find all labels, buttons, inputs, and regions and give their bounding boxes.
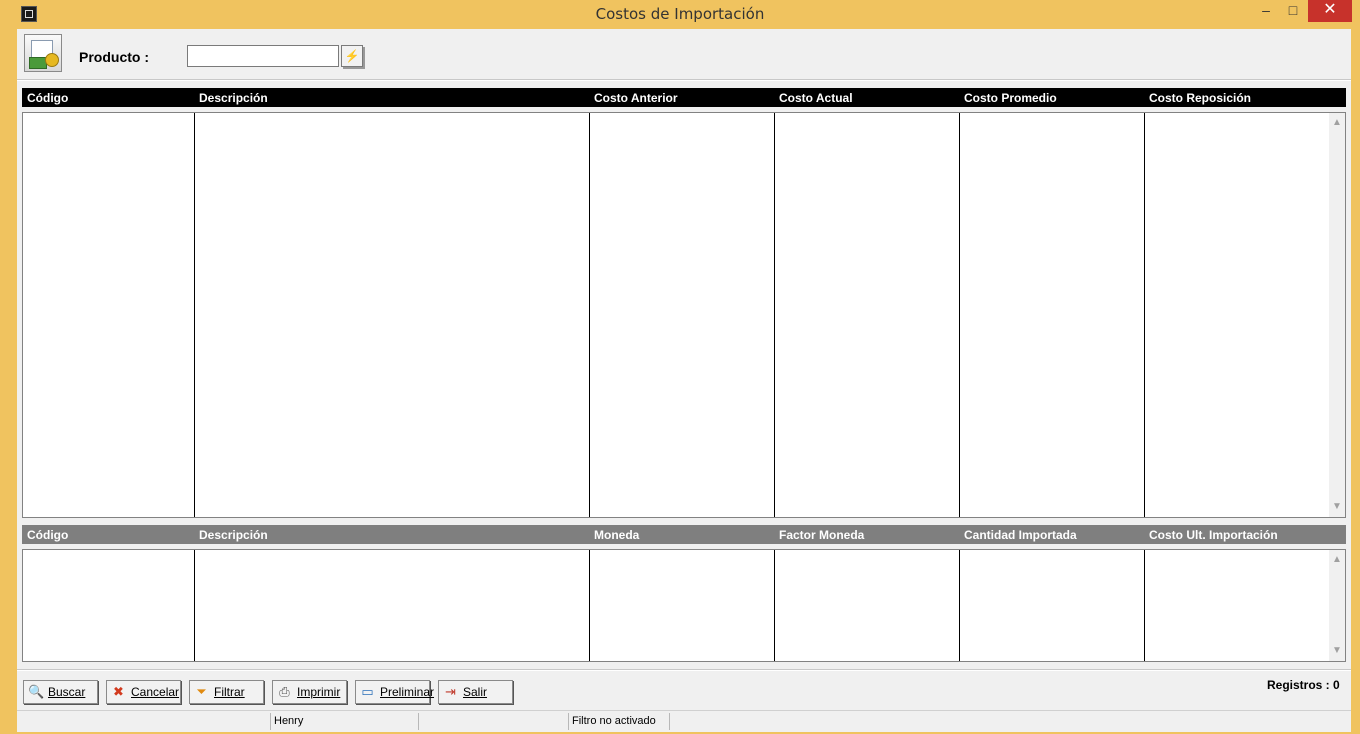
- status-panel-user: Henry: [271, 713, 419, 730]
- scroll-up-icon[interactable]: ▲: [1329, 115, 1345, 131]
- col-header-costo-reposicion[interactable]: Costo Reposición: [1149, 91, 1251, 105]
- col-header-descripcion[interactable]: Descripción: [199, 528, 268, 542]
- printer-icon: ⎙: [279, 684, 290, 699]
- imports-grid-header: Código Descripción Moneda Factor Moneda …: [22, 525, 1346, 544]
- producto-search-button[interactable]: ⚡: [341, 45, 363, 67]
- producto-label: Producto :: [79, 49, 149, 65]
- preliminar-button[interactable]: ▭ Preliminar: [355, 680, 434, 704]
- status-bar: Henry Filtro no activado: [17, 710, 1351, 732]
- col-header-cantidad-importada[interactable]: Cantidad Importada: [964, 528, 1077, 542]
- vertical-scrollbar[interactable]: ▲ ▼: [1329, 550, 1345, 661]
- salir-button[interactable]: ⇥ Salir: [438, 680, 513, 704]
- column-divider: [959, 113, 960, 517]
- col-header-codigo[interactable]: Código: [27, 91, 68, 105]
- imports-grid-body[interactable]: ▲ ▼: [22, 549, 1346, 662]
- separator: [17, 79, 1351, 81]
- column-divider: [1144, 550, 1145, 661]
- application-window: Costos de Importación – □ ✕ Producto : ⚡…: [0, 0, 1360, 734]
- scroll-up-icon[interactable]: ▲: [1329, 552, 1345, 568]
- column-divider: [589, 550, 590, 661]
- producto-input[interactable]: [187, 45, 339, 67]
- cancel-x-icon: ✖: [113, 684, 124, 699]
- client-area: Producto : ⚡ Código Descripción Costo An…: [17, 29, 1351, 732]
- window-title: Costos de Importación: [595, 5, 765, 23]
- monitor-preview-icon: ▭: [361, 684, 374, 699]
- column-divider: [774, 550, 775, 661]
- cancelar-button[interactable]: ✖ Cancelar: [106, 680, 181, 704]
- column-divider: [589, 113, 590, 517]
- filtrar-button[interactable]: ⏷ Filtrar: [189, 680, 264, 704]
- magnifier-icon: 🔍: [28, 684, 45, 699]
- col-header-costo-anterior[interactable]: Costo Anterior: [594, 91, 678, 105]
- scroll-down-icon[interactable]: ▼: [1329, 499, 1345, 515]
- costs-grid-header: Código Descripción Costo Anterior Costo …: [22, 88, 1346, 107]
- column-divider: [1144, 113, 1145, 517]
- col-header-factor-moneda[interactable]: Factor Moneda: [779, 528, 864, 542]
- status-panel: [419, 713, 569, 730]
- col-header-descripcion[interactable]: Descripción: [199, 91, 268, 105]
- minimize-button[interactable]: –: [1253, 0, 1279, 22]
- col-header-costo-ult-importacion[interactable]: Costo Ult. Importación: [1149, 528, 1278, 542]
- separator: [17, 669, 1351, 671]
- col-header-codigo[interactable]: Código: [27, 528, 68, 542]
- filter-funnel-icon: ⏷: [196, 684, 207, 699]
- title-bar[interactable]: Costos de Importación – □ ✕: [0, 0, 1360, 27]
- vertical-scrollbar[interactable]: ▲ ▼: [1329, 113, 1345, 517]
- column-divider: [194, 550, 195, 661]
- col-header-costo-actual[interactable]: Costo Actual: [779, 91, 853, 105]
- costs-grid-body[interactable]: ▲ ▼: [22, 112, 1346, 518]
- status-panel: [670, 713, 1351, 730]
- column-divider: [194, 113, 195, 517]
- scroll-down-icon[interactable]: ▼: [1329, 643, 1345, 659]
- status-panel: [17, 713, 271, 730]
- buscar-button[interactable]: 🔍 Buscar: [23, 680, 98, 704]
- exit-door-icon: ⇥: [445, 684, 456, 699]
- column-divider: [774, 113, 775, 517]
- inventory-money-icon: [24, 34, 62, 72]
- registros-count: Registros : 0: [1267, 678, 1340, 692]
- status-panel-filter: Filtro no activado: [569, 713, 670, 730]
- maximize-button[interactable]: □: [1280, 0, 1306, 22]
- column-divider: [959, 550, 960, 661]
- lightning-search-icon: ⚡: [344, 49, 360, 63]
- col-header-moneda[interactable]: Moneda: [594, 528, 639, 542]
- imprimir-button[interactable]: ⎙ Imprimir: [272, 680, 347, 704]
- col-header-costo-promedio[interactable]: Costo Promedio: [964, 91, 1057, 105]
- close-button[interactable]: ✕: [1308, 0, 1352, 22]
